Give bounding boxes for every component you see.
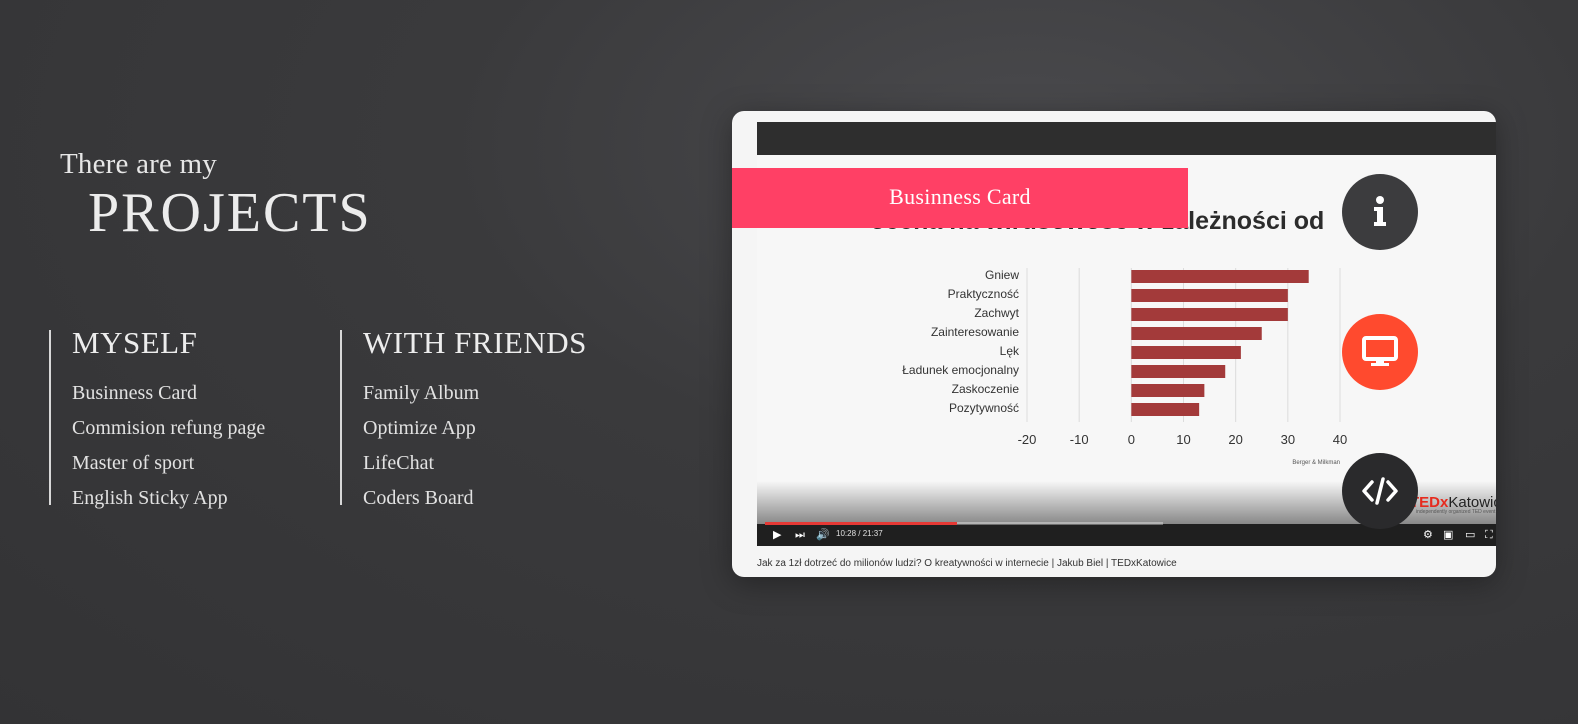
miniplayer-icon[interactable]: ▣ xyxy=(1443,528,1453,542)
live-demo-button[interactable] xyxy=(1342,314,1418,390)
category-label: Gniew xyxy=(985,268,1019,282)
bar xyxy=(1131,384,1205,397)
chart-source: Berger & Milkman xyxy=(1292,460,1340,466)
category-label: Praktyczność xyxy=(948,287,1019,301)
friends-heading: WITH FRIENDS xyxy=(363,325,587,360)
monitor-icon xyxy=(1362,336,1398,366)
settings-icon[interactable]: ⚙ xyxy=(1423,528,1433,542)
project-link[interactable]: English Sticky App xyxy=(72,481,265,516)
project-link[interactable]: LifeChat xyxy=(363,446,587,481)
bar xyxy=(1131,365,1226,378)
myself-column: MYSELF Businness Card Commision refung p… xyxy=(49,325,265,509)
project-link[interactable]: Master of sport xyxy=(72,446,265,481)
intro-subtitle: There are my xyxy=(60,148,217,180)
myself-list: Businness Card Commision refung page Mas… xyxy=(72,376,265,516)
category-label: Ładunek emocjonalny xyxy=(902,363,1019,377)
progress-bar[interactable] xyxy=(765,522,1163,525)
tick-label: 20 xyxy=(1228,432,1242,447)
volume-icon[interactable]: 🔊 xyxy=(816,528,830,542)
project-link[interactable]: Coders Board xyxy=(363,481,587,516)
project-title-banner: Businness Card xyxy=(732,168,1188,228)
category-label: Lęk xyxy=(1000,344,1020,358)
code-icon xyxy=(1362,477,1398,505)
info-button[interactable] xyxy=(1342,174,1418,250)
tick-label: 10 xyxy=(1176,432,1190,447)
progress-fill xyxy=(765,522,957,525)
tick-label: 40 xyxy=(1333,432,1347,447)
tick-label: -10 xyxy=(1070,432,1089,447)
category-label: Zachwyt xyxy=(974,306,1019,320)
video-caption: Jak za 1zł dotrzeć do milionów ludzi? O … xyxy=(757,558,1177,569)
project-link[interactable]: Optimize App xyxy=(363,411,587,446)
info-icon xyxy=(1374,196,1386,226)
bar xyxy=(1131,346,1241,359)
bar xyxy=(1131,403,1200,416)
friends-column: WITH FRIENDS Family Album Optimize App L… xyxy=(340,325,587,509)
theater-icon[interactable]: ▭ xyxy=(1465,528,1475,542)
category-label: Pozytywność xyxy=(949,401,1019,415)
project-link[interactable]: Commision refung page xyxy=(72,411,265,446)
page-title: PROJECTS xyxy=(88,182,372,244)
tick-label: 0 xyxy=(1128,432,1135,447)
tedx-logo: TEDxKatowice xyxy=(1410,494,1496,511)
player-time: 10:28 / 21:37 xyxy=(836,529,883,538)
fullscreen-icon[interactable]: ⛶ xyxy=(1485,528,1493,542)
tick-label: -20 xyxy=(1018,432,1037,447)
video-top-bar xyxy=(757,122,1496,155)
play-icon[interactable]: ▶ xyxy=(773,528,781,542)
friends-list: Family Album Optimize App LifeChat Coder… xyxy=(363,376,587,516)
category-label: Zainteresowanie xyxy=(931,325,1019,339)
myself-heading: MYSELF xyxy=(72,325,198,360)
bar xyxy=(1131,327,1262,340)
category-label: Zaskoczenie xyxy=(952,382,1020,396)
tick-label: 30 xyxy=(1281,432,1295,447)
intro: There are my PROJECTS xyxy=(60,148,372,245)
project-link[interactable]: Family Album xyxy=(363,376,587,411)
bar xyxy=(1131,308,1288,321)
bar xyxy=(1131,289,1288,302)
source-code-button[interactable] xyxy=(1342,453,1418,529)
project-link[interactable]: Businness Card xyxy=(72,376,265,411)
bar xyxy=(1131,270,1309,283)
next-icon[interactable]: ⏭ xyxy=(795,528,805,542)
